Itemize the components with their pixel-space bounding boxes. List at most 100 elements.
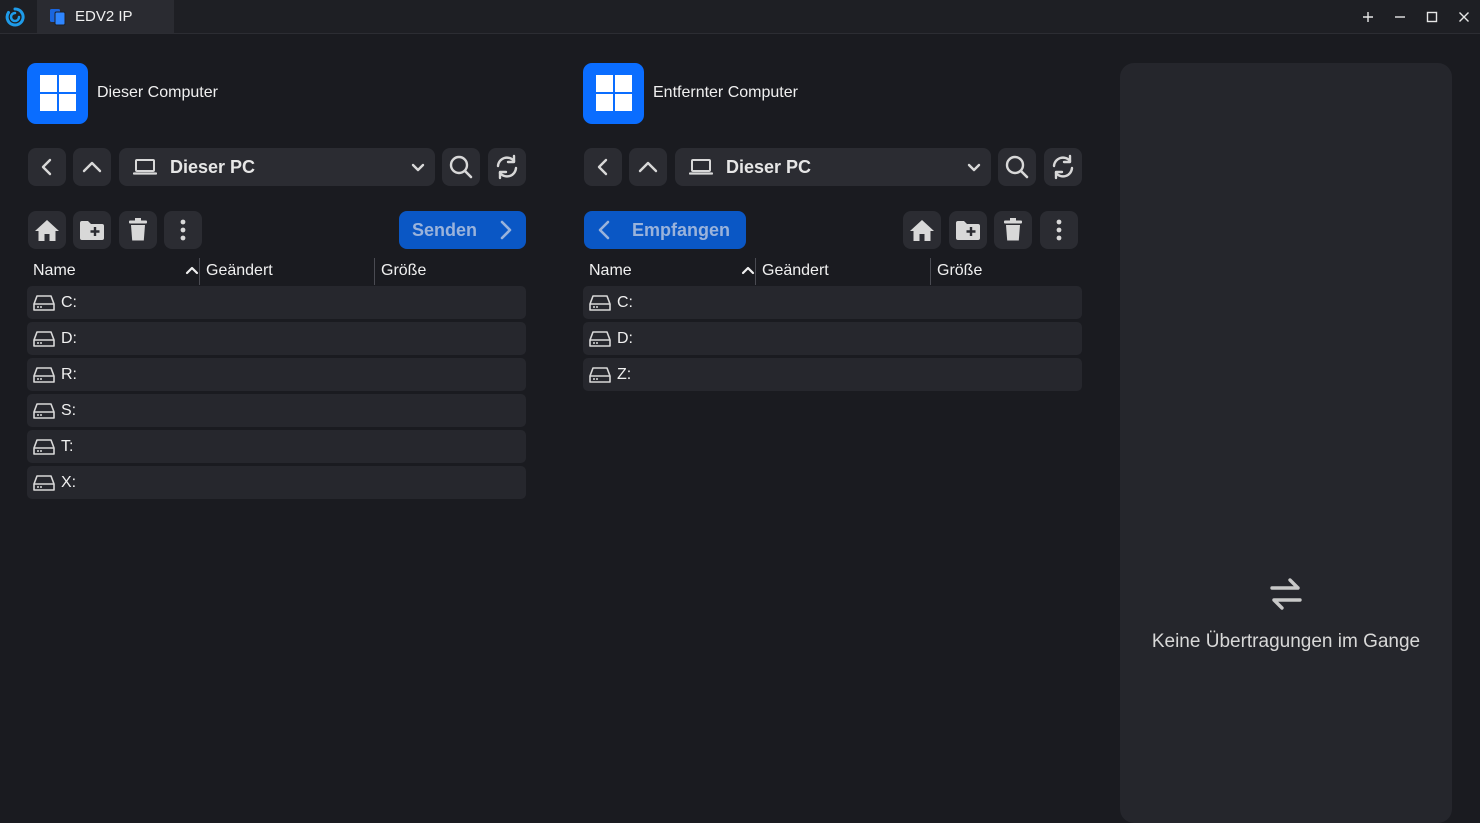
delete-button[interactable]	[994, 211, 1032, 249]
drive-icon	[33, 294, 55, 311]
column-size-label: Größe	[381, 262, 427, 279]
home-icon	[35, 220, 59, 241]
column-divider[interactable]	[374, 258, 375, 285]
path-dropdown[interactable]: Dieser PC	[119, 148, 435, 186]
chevron-down-icon	[967, 163, 981, 172]
close-button[interactable]	[1452, 5, 1476, 29]
refresh-button[interactable]	[488, 148, 526, 186]
home-button[interactable]	[903, 211, 941, 249]
path-dropdown[interactable]: Dieser PC	[675, 148, 991, 186]
file-transfer-icon	[50, 8, 66, 25]
column-name[interactable]: Name	[33, 258, 199, 284]
maximize-icon	[1426, 11, 1438, 23]
remote-header: Entfernter Computer	[583, 62, 798, 124]
back-button[interactable]	[584, 148, 622, 186]
column-size-label: Größe	[937, 262, 983, 279]
refresh-button[interactable]	[1044, 148, 1082, 186]
column-modified[interactable]: Geändert	[206, 258, 366, 284]
maximize-button[interactable]	[1420, 5, 1444, 29]
drive-name: D:	[617, 329, 633, 347]
trash-icon	[1004, 218, 1022, 241]
refresh-icon	[496, 154, 518, 180]
new-folder-button[interactable]	[949, 211, 987, 249]
column-modified[interactable]: Geändert	[762, 258, 922, 284]
more-vertical-icon	[180, 219, 186, 241]
drive-name: X:	[61, 473, 77, 491]
search-icon	[1005, 155, 1029, 179]
home-button[interactable]	[28, 211, 66, 249]
list-item[interactable]: D:	[27, 322, 526, 355]
sort-ascending-icon	[185, 266, 199, 275]
minimize-button[interactable]	[1388, 5, 1412, 29]
windows-logo-icon	[27, 62, 88, 124]
list-item[interactable]: S:	[27, 394, 526, 427]
close-icon	[1459, 12, 1469, 22]
chevron-left-icon	[41, 158, 52, 176]
local-toolbar: Senden	[27, 211, 527, 249]
drive-icon	[33, 402, 55, 419]
list-item[interactable]: X:	[27, 466, 526, 499]
trash-icon	[129, 218, 147, 241]
column-name[interactable]: Name	[589, 258, 755, 284]
list-item[interactable]: C:	[27, 286, 526, 319]
chevron-down-icon	[411, 163, 425, 172]
title-bar: EDV2 IP	[0, 0, 1480, 34]
column-size[interactable]: Größe	[381, 258, 521, 284]
new-folder-button[interactable]	[73, 211, 111, 249]
list-item[interactable]: C:	[583, 286, 1082, 319]
receive-button[interactable]: Empfangen	[584, 211, 746, 249]
send-label: Senden	[412, 219, 478, 240]
folder-plus-icon	[956, 221, 980, 240]
tab-title: EDV2 IP	[75, 8, 133, 25]
column-name-label: Name	[33, 262, 76, 279]
drive-name: C:	[61, 293, 77, 311]
column-name-label: Name	[589, 262, 632, 279]
up-button[interactable]	[73, 148, 111, 186]
remote-toolbar: Empfangen	[583, 211, 1083, 249]
session-tab[interactable]: EDV2 IP	[37, 0, 174, 33]
column-modified-label: Geändert	[762, 262, 829, 279]
local-column-header: Name Geändert Größe	[27, 258, 527, 285]
folder-plus-icon	[80, 221, 104, 240]
app-logo-icon	[5, 7, 25, 27]
laptop-icon	[133, 159, 157, 175]
more-options-button[interactable]	[164, 211, 202, 249]
column-size[interactable]: Größe	[937, 258, 1077, 284]
column-divider[interactable]	[755, 258, 756, 285]
windows-logo-icon	[583, 62, 644, 124]
more-vertical-icon	[1056, 219, 1062, 241]
plus-icon	[1363, 12, 1373, 22]
laptop-icon	[689, 159, 713, 175]
chevron-right-icon	[500, 220, 512, 240]
search-button[interactable]	[442, 148, 480, 186]
column-divider[interactable]	[199, 258, 200, 285]
remote-computer-title: Entfernter Computer	[653, 84, 798, 101]
back-button[interactable]	[28, 148, 66, 186]
more-options-button[interactable]	[1040, 211, 1078, 249]
column-modified-label: Geändert	[206, 262, 273, 279]
drive-icon	[33, 474, 55, 491]
column-divider[interactable]	[930, 258, 931, 285]
list-item[interactable]: Z:	[583, 358, 1082, 391]
send-button[interactable]: Senden	[399, 211, 526, 249]
list-item[interactable]: R:	[27, 358, 526, 391]
list-item[interactable]: D:	[583, 322, 1082, 355]
chevron-left-icon	[598, 220, 610, 240]
path-label: Dieser PC	[170, 156, 256, 177]
remote-pane: Entfernter Computer Dieser PC Empfangen …	[583, 34, 1083, 798]
drive-name: S:	[61, 401, 77, 419]
list-item[interactable]: T:	[27, 430, 526, 463]
search-icon	[449, 155, 473, 179]
drive-name: R:	[61, 365, 77, 383]
up-button[interactable]	[629, 148, 667, 186]
delete-button[interactable]	[119, 211, 157, 249]
refresh-icon	[1052, 154, 1074, 180]
drive-name: D:	[61, 329, 77, 347]
drive-icon	[589, 294, 611, 311]
local-pane: Dieser Computer Dieser PC Senden Name Ge…	[27, 34, 527, 798]
drive-name: Z:	[617, 365, 632, 383]
new-tab-button[interactable]	[1356, 5, 1380, 29]
path-label: Dieser PC	[726, 156, 812, 177]
drive-icon	[589, 330, 611, 347]
search-button[interactable]	[998, 148, 1036, 186]
